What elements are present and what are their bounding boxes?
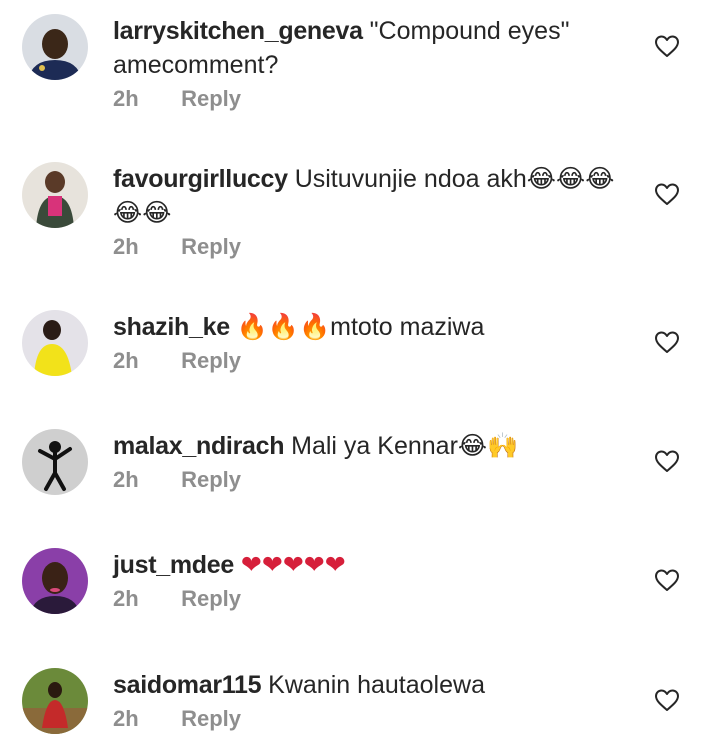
comment-username[interactable]: malax_ndirach <box>113 432 284 460</box>
like-button[interactable] <box>654 330 680 354</box>
comment-text: Mali ya Kennar😂🙌 <box>291 432 519 460</box>
comment-timestamp: 2h <box>113 706 139 731</box>
comment-list: larryskitchen_geneva "Compound eyes" ame… <box>0 0 720 740</box>
comment-username[interactable]: favourgirlluccy <box>113 165 288 193</box>
like-button[interactable] <box>654 34 680 58</box>
comment-timestamp: 2h <box>113 86 139 111</box>
like-button[interactable] <box>654 449 680 473</box>
avatar[interactable] <box>22 162 88 228</box>
reply-button[interactable]: Reply <box>181 586 241 611</box>
reply-button[interactable]: Reply <box>181 706 241 731</box>
comment-text: Kwanin hautaolewa <box>268 671 485 699</box>
comment-timestamp: 2h <box>113 348 139 373</box>
avatar[interactable] <box>22 668 88 734</box>
heart-outline-icon <box>655 689 679 711</box>
heart-outline-icon <box>655 35 679 57</box>
comment-timestamp: 2h <box>113 234 139 259</box>
heart-outline-icon <box>655 183 679 205</box>
reply-button[interactable]: Reply <box>181 86 241 111</box>
comment-username[interactable]: shazih_ke <box>113 313 230 341</box>
like-button[interactable] <box>654 688 680 712</box>
comment-timestamp: 2h <box>113 467 139 492</box>
reply-button[interactable]: Reply <box>181 234 241 259</box>
comment-timestamp: 2h <box>113 586 139 611</box>
comment-username[interactable]: just_mdee <box>113 551 234 579</box>
like-button[interactable] <box>654 568 680 592</box>
heart-outline-icon <box>655 331 679 353</box>
reply-button[interactable]: Reply <box>181 467 241 492</box>
avatar[interactable] <box>22 429 88 495</box>
avatar[interactable] <box>22 548 88 614</box>
heart-outline-icon <box>655 450 679 472</box>
avatar[interactable] <box>22 14 88 80</box>
comment-text: 🔥🔥🔥mtoto maziwa <box>236 313 485 341</box>
comment-username[interactable]: saidomar115 <box>113 671 262 699</box>
reply-button[interactable]: Reply <box>181 348 241 373</box>
heart-outline-icon <box>655 569 679 591</box>
avatar[interactable] <box>22 310 88 376</box>
like-button[interactable] <box>654 182 680 206</box>
comment-text: ❤❤❤❤❤ <box>240 550 346 579</box>
comment-username[interactable]: larryskitchen_geneva <box>113 17 363 45</box>
